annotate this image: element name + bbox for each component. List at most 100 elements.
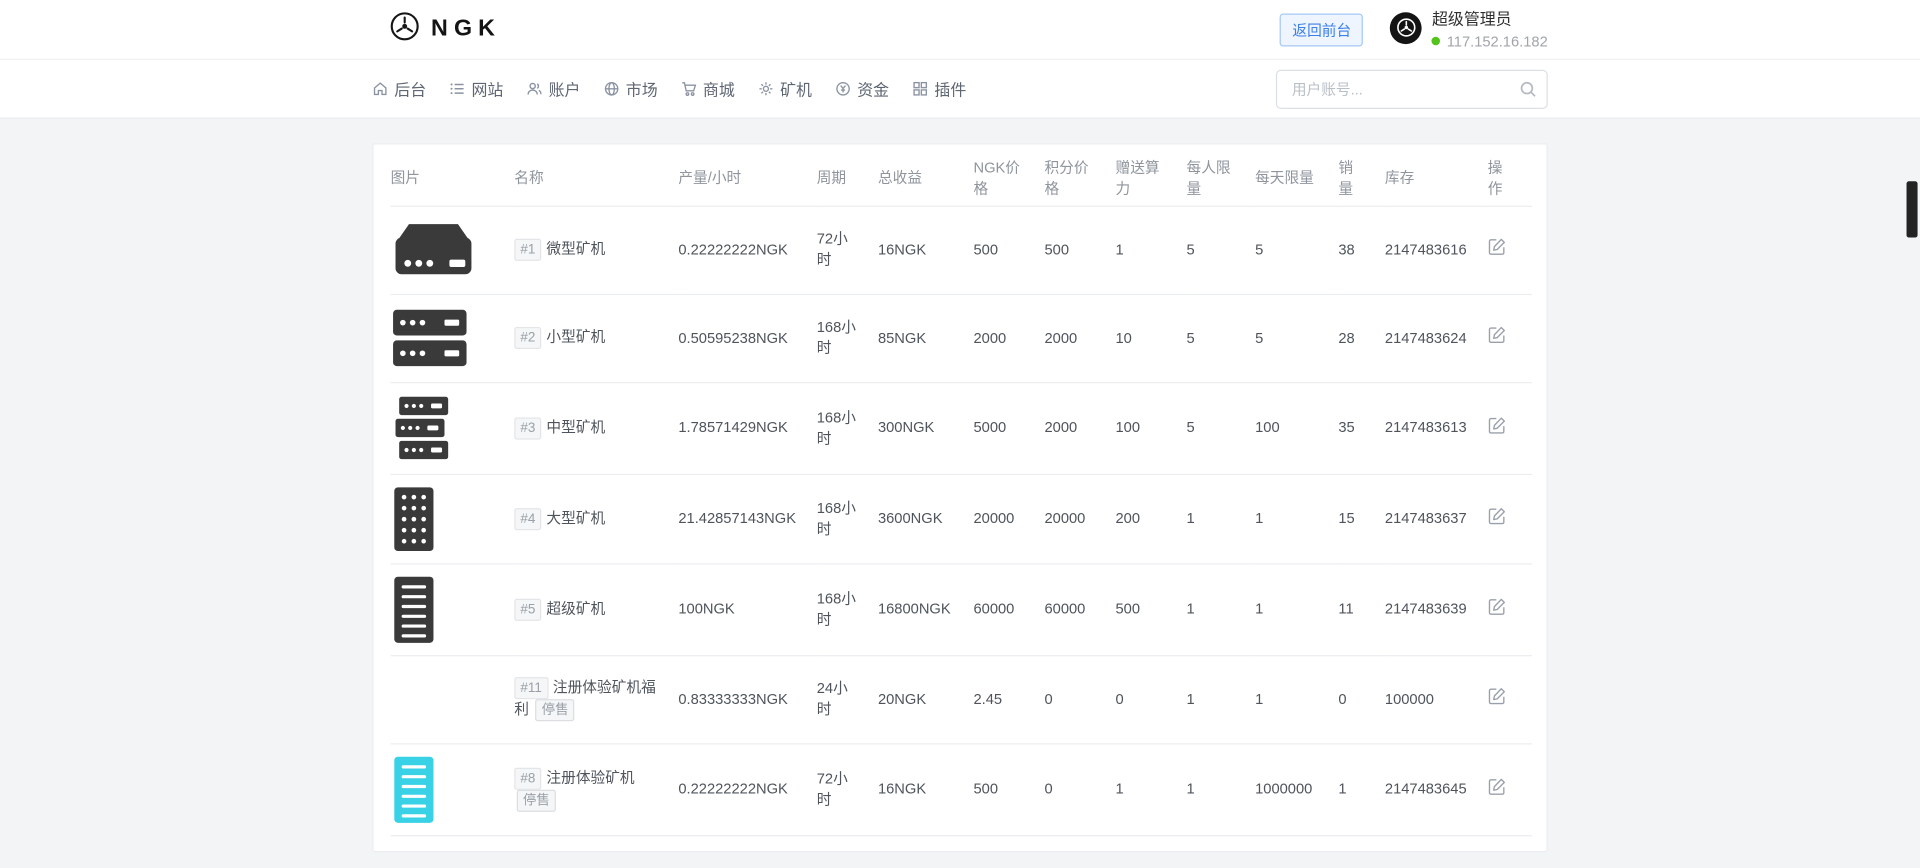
edit-button[interactable] — [1488, 326, 1506, 344]
sales-cell: 28 — [1338, 294, 1385, 382]
name-cell: #3中型矿机 — [514, 382, 678, 474]
point-price-cell: 0 — [1044, 743, 1115, 835]
edit-button[interactable] — [1488, 687, 1506, 705]
scrollbar-thumb[interactable] — [1907, 181, 1918, 237]
gift-hashrate-cell: 200 — [1116, 474, 1187, 563]
mall-icon — [681, 81, 697, 97]
nav-item-label: 商城 — [703, 77, 735, 100]
gift-hashrate-cell: 1 — [1116, 206, 1187, 294]
image-cell — [391, 474, 515, 563]
miner-name: 注册体验矿机 — [546, 768, 634, 785]
per-person-limit-cell: 1 — [1187, 563, 1256, 655]
total-revenue-cell: 20NGK — [878, 655, 974, 743]
ngk-price-cell: 500 — [973, 206, 1044, 294]
admin-info[interactable]: 超级管理员 117.152.16.182 — [1390, 9, 1547, 49]
topbar: NGK 返回前台 超级管理员 117.152.16.182 — [0, 0, 1920, 60]
nav-item-资金[interactable]: 资金 — [835, 77, 889, 100]
actions-cell — [1488, 474, 1532, 563]
table-row: #5超级矿机100NGK168小时16800NGK600006000050011… — [391, 563, 1532, 655]
table-row: #2小型矿机0.50595238NGK168小时85NGK20002000105… — [391, 294, 1532, 382]
miner-id-badge: #11 — [514, 677, 548, 699]
column-header: 产量/小时 — [678, 152, 816, 206]
nav-item-网站[interactable]: 网站 — [449, 77, 503, 100]
name-cell: #8注册体验矿机 停售 — [514, 743, 678, 835]
cycle-cell: 168小时 — [817, 563, 878, 655]
nav-item-后台[interactable]: 后台 — [372, 77, 426, 100]
sales-cell: 1 — [1338, 743, 1385, 835]
column-header: 周期 — [817, 152, 878, 206]
per-person-limit-cell: 5 — [1187, 294, 1256, 382]
nav-item-矿机[interactable]: 矿机 — [758, 77, 812, 100]
cycle-cell: 168小时 — [817, 474, 878, 563]
table-row: #8注册体验矿机 停售0.22222222NGK72小时16NGK5000111… — [391, 743, 1532, 835]
search-icon[interactable] — [1520, 80, 1537, 97]
cycle-cell: 72小时 — [817, 743, 878, 835]
nav-item-label: 市场 — [626, 77, 658, 100]
column-header: 操作 — [1488, 152, 1532, 206]
stock-cell: 2147483645 — [1385, 743, 1488, 835]
admin-app: NGK 返回前台 超级管理员 117.152.16.182 — [0, 0, 1920, 868]
point-price-cell: 2000 — [1044, 382, 1115, 474]
gift-hashrate-cell: 1 — [1116, 743, 1187, 835]
ngk-price-cell: 60000 — [973, 563, 1044, 655]
image-cell — [391, 655, 515, 743]
back-to-front-button[interactable]: 返回前台 — [1280, 13, 1363, 46]
search-input[interactable] — [1276, 69, 1548, 108]
edit-button[interactable] — [1488, 416, 1506, 434]
funds-icon — [835, 81, 851, 97]
site-icon — [449, 81, 465, 97]
scrollbar-track[interactable] — [1904, 0, 1920, 868]
miner-product-image — [391, 754, 438, 825]
ngk-price-cell: 5000 — [973, 382, 1044, 474]
edit-button[interactable] — [1488, 506, 1506, 524]
image-cell — [391, 743, 515, 835]
miner-name: 大型矿机 — [546, 509, 605, 526]
column-header: 积分价格 — [1044, 152, 1115, 206]
home-icon — [372, 81, 388, 97]
point-price-cell: 2000 — [1044, 294, 1115, 382]
nav-item-市场[interactable]: 市场 — [604, 77, 658, 100]
column-header: 图片 — [391, 152, 515, 206]
edit-button[interactable] — [1488, 777, 1506, 795]
ngk-price-cell: 500 — [973, 743, 1044, 835]
column-header: 总收益 — [878, 152, 974, 206]
avatar[interactable] — [1390, 12, 1422, 44]
edit-button[interactable] — [1488, 597, 1506, 615]
edit-button[interactable] — [1488, 238, 1506, 256]
name-cell: #1微型矿机 — [514, 206, 678, 294]
nav-item-商城[interactable]: 商城 — [681, 77, 735, 100]
image-cell — [391, 563, 515, 655]
sales-cell: 11 — [1338, 563, 1385, 655]
per-person-limit-cell: 1 — [1187, 655, 1256, 743]
nav-item-label: 矿机 — [780, 77, 812, 100]
stock-cell: 2147483637 — [1385, 474, 1488, 563]
market-icon — [604, 81, 620, 97]
column-header: NGK价格 — [973, 152, 1044, 206]
point-price-cell: 60000 — [1044, 563, 1115, 655]
sales-cell: 38 — [1338, 206, 1385, 294]
stock-cell: 2147483639 — [1385, 563, 1488, 655]
stock-cell: 2147483624 — [1385, 294, 1488, 382]
nav-item-插件[interactable]: 插件 — [912, 77, 966, 100]
admin-ip: 117.152.16.182 — [1447, 32, 1548, 49]
navbar: 后台网站 账户 市场 商城 矿机资金插件 — [0, 60, 1920, 119]
table-row: #4大型矿机21.42857143NGK168小时3600NGK20000200… — [391, 474, 1532, 563]
total-revenue-cell: 16800NGK — [878, 563, 974, 655]
per-day-limit-cell: 100 — [1255, 382, 1338, 474]
output-per-hour-cell: 1.78571429NGK — [678, 382, 816, 474]
name-cell: #4大型矿机 — [514, 474, 678, 563]
table-row: #1微型矿机0.22222222NGK72小时16NGK500500155382… — [391, 206, 1532, 294]
nav-item-账户[interactable]: 账户 — [527, 77, 581, 100]
nav-items: 后台网站 账户 市场 商城 矿机资金插件 — [372, 77, 966, 100]
actions-cell — [1488, 382, 1532, 474]
total-revenue-cell: 3600NGK — [878, 474, 974, 563]
brand-logo[interactable]: NGK — [389, 11, 501, 48]
point-price-cell: 0 — [1044, 655, 1115, 743]
gift-hashrate-cell: 100 — [1116, 382, 1187, 474]
miner-table: 图片名称产量/小时周期总收益NGK价格积分价格赠送算力每人限量每天限量销量库存操… — [391, 152, 1532, 836]
output-per-hour-cell: 0.22222222NGK — [678, 206, 816, 294]
per-day-limit-cell: 5 — [1255, 206, 1338, 294]
per-day-limit-cell: 1000000 — [1255, 743, 1338, 835]
miner-name: 微型矿机 — [546, 240, 605, 257]
stock-cell: 100000 — [1385, 655, 1488, 743]
